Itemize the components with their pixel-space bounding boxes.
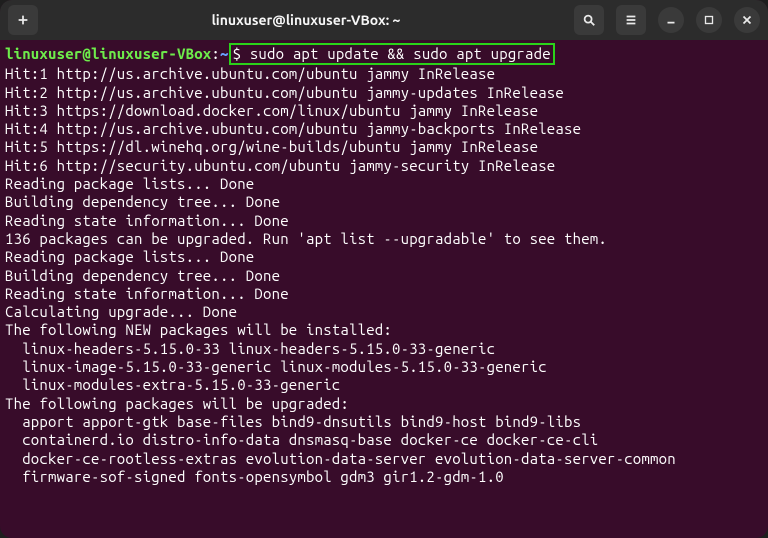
output-line: Reading state information... Done	[5, 212, 763, 230]
output-line: Hit:5 https://dl.winehq.org/wine-builds/…	[5, 138, 763, 156]
command-text: sudo apt update && sudo apt upgrade	[250, 45, 551, 62]
close-button[interactable]	[734, 7, 760, 33]
search-button[interactable]	[574, 5, 604, 35]
output-line: linux-headers-5.15.0-33 linux-headers-5.…	[5, 340, 763, 358]
terminal-body[interactable]: linuxuser@linuxuser-VBox:~$ sudo apt upd…	[0, 40, 768, 538]
output-line: Building dependency tree... Done	[5, 193, 763, 211]
output-line: containerd.io distro-info-data dnsmasq-b…	[5, 431, 763, 449]
titlebar: linuxuser@linuxuser-VBox: ~	[0, 0, 768, 40]
prompt-path: ~	[220, 45, 229, 62]
output-line: The following NEW packages will be insta…	[5, 321, 763, 339]
output-line: firmware-sof-signed fonts-opensymbol gdm…	[5, 468, 763, 486]
output-line: Hit:1 http://us.archive.ubuntu.com/ubunt…	[5, 65, 763, 83]
output-line: 136 packages can be upgraded. Run 'apt l…	[5, 230, 763, 248]
output-line: docker-ce-rootless-extras evolution-data…	[5, 450, 763, 468]
terminal-window: linuxuser@linuxuser-VBox: ~	[0, 0, 768, 538]
output-line: linux-image-5.15.0-33-generic linux-modu…	[5, 358, 763, 376]
command-highlight: $ sudo apt update && sudo apt upgrade	[229, 43, 555, 65]
output-line: Hit:2 http://us.archive.ubuntu.com/ubunt…	[5, 84, 763, 102]
new-tab-button[interactable]	[8, 5, 38, 35]
prompt-sep: :	[211, 45, 220, 62]
window-title: linuxuser@linuxuser-VBox: ~	[46, 12, 566, 28]
output-line: linux-modules-extra-5.15.0-33-generic	[5, 376, 763, 394]
terminal-output: Hit:1 http://us.archive.ubuntu.com/ubunt…	[5, 65, 763, 486]
maximize-button[interactable]	[696, 7, 722, 33]
output-line: Reading package lists... Done	[5, 175, 763, 193]
output-line: The following packages will be upgraded:	[5, 395, 763, 413]
prompt-userhost: linuxuser@linuxuser-VBox	[5, 45, 211, 62]
output-line: Building dependency tree... Done	[5, 267, 763, 285]
output-line: Calculating upgrade... Done	[5, 303, 763, 321]
output-line: apport apport-gtk base-files bind9-dnsut…	[5, 413, 763, 431]
output-line: Reading state information... Done	[5, 285, 763, 303]
output-line: Hit:6 http://security.ubuntu.com/ubuntu …	[5, 157, 763, 175]
output-line: Reading package lists... Done	[5, 248, 763, 266]
prompt-dollar: $	[233, 45, 250, 62]
menu-button[interactable]	[616, 5, 646, 35]
output-line: Hit:4 http://us.archive.ubuntu.com/ubunt…	[5, 120, 763, 138]
prompt-line: linuxuser@linuxuser-VBox:~$ sudo apt upd…	[5, 43, 555, 65]
minimize-button[interactable]	[658, 7, 684, 33]
output-line: Hit:3 https://download.docker.com/linux/…	[5, 102, 763, 120]
